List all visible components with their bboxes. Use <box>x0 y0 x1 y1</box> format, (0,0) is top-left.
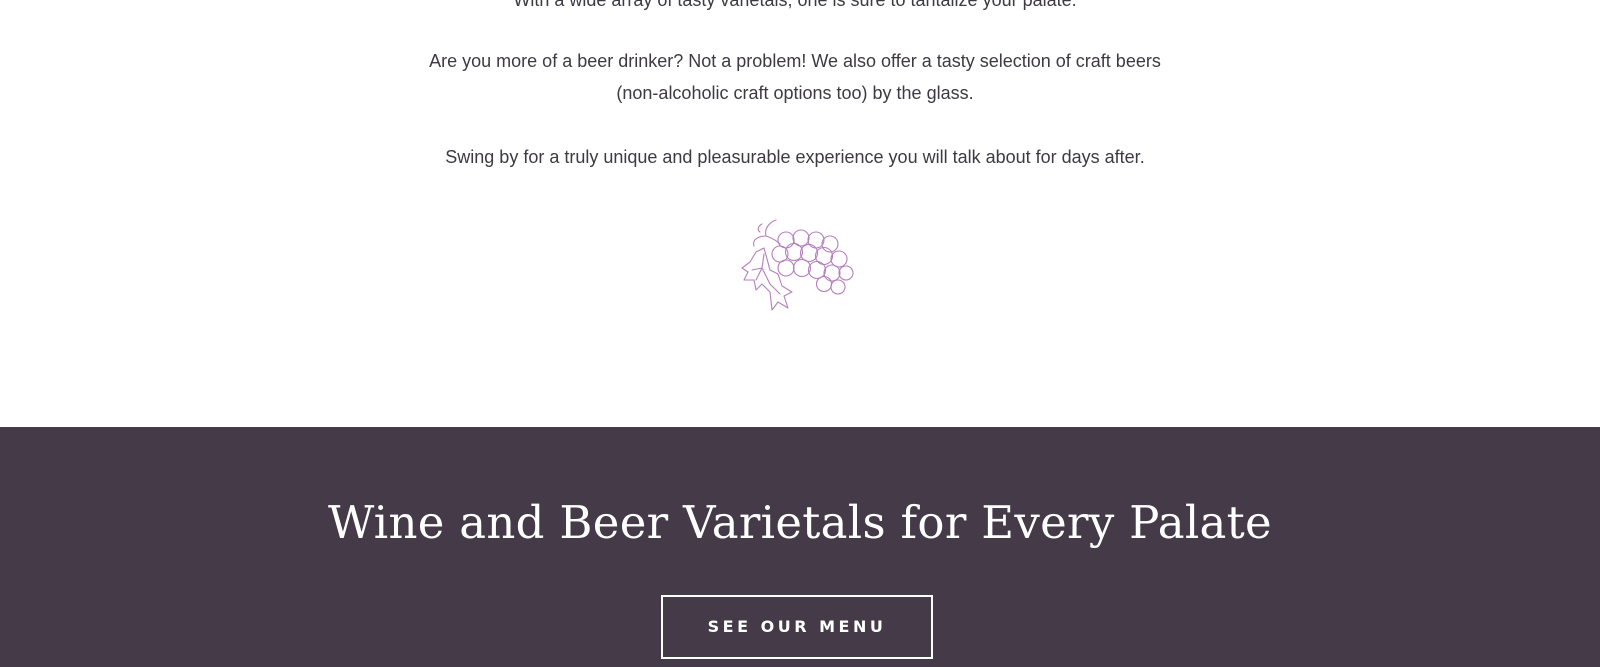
grape <box>807 231 825 249</box>
grape <box>830 279 846 295</box>
tendril-line <box>753 219 777 247</box>
grape <box>777 259 795 277</box>
grape <box>823 264 841 282</box>
intro-paragraph-visit: Swing by for a truly unique and pleasura… <box>445 147 1145 167</box>
grape <box>799 243 819 263</box>
grapes-icon <box>741 219 854 311</box>
grape <box>792 258 812 278</box>
grape <box>815 275 833 293</box>
intro-paragraph-varietals: With a wide array of tasty varietals, on… <box>513 0 1077 10</box>
intro-paragraph-beer: Are you more of a beer drinker? Not a pr… <box>429 51 1161 103</box>
intro-section: With a wide array of tasty varietals, on… <box>0 0 1600 427</box>
grape <box>838 265 854 281</box>
grape <box>807 260 827 280</box>
page: With a wide array of tasty varietals, on… <box>0 0 1600 667</box>
see-our-menu-button[interactable]: SEE OUR MENU <box>661 595 933 659</box>
banner-title: Wine and Beer Varietals for Every Palate <box>328 496 1272 549</box>
